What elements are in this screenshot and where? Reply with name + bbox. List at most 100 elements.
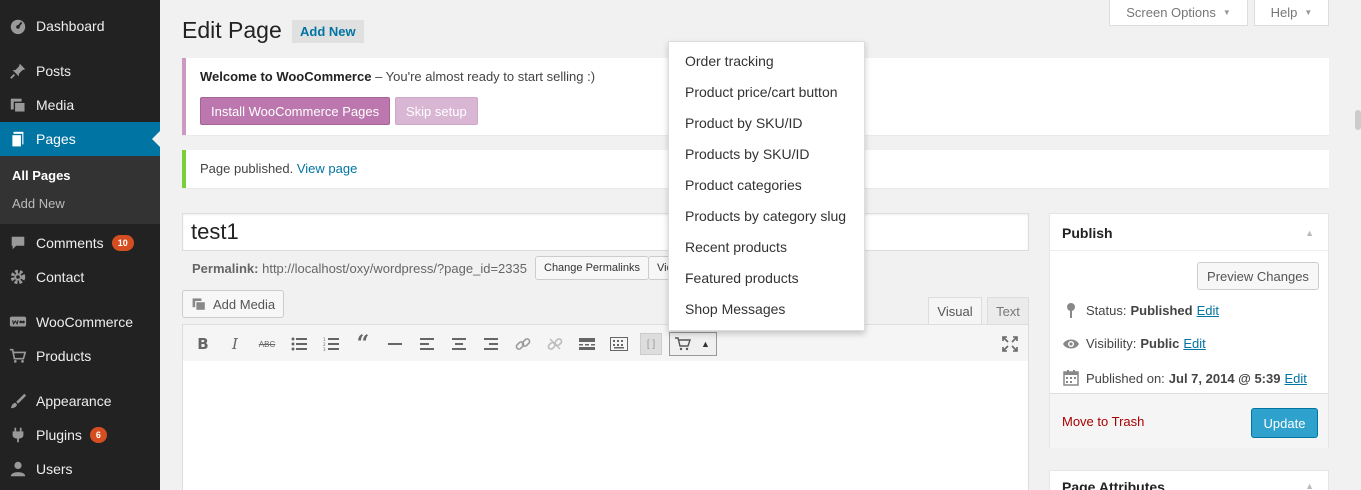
sidebar-item-label: Media xyxy=(36,97,75,113)
admin-sidebar: Dashboard Posts Media Pages All Pages Ad… xyxy=(0,0,160,490)
toolbar-toggle-icon[interactable] xyxy=(608,333,630,355)
user-icon xyxy=(0,460,36,478)
tab-visual[interactable]: Visual xyxy=(928,297,982,325)
align-center-icon[interactable] xyxy=(448,333,470,355)
change-permalinks-button[interactable]: Change Permalinks xyxy=(535,256,649,280)
menu-item-product-price-cart-button[interactable]: Product price/cart button xyxy=(685,84,838,100)
editor-toolbar: B I ABC 123 “ [ ] ▲ xyxy=(182,324,1029,362)
menu-item-shop-messages[interactable]: Shop Messages xyxy=(685,301,785,317)
align-right-icon[interactable] xyxy=(480,333,502,355)
sidebar-item-label: Plugins xyxy=(36,427,82,443)
menu-item-product-by-sku[interactable]: Product by SKU/ID xyxy=(685,115,803,131)
sidebar-item-label: Products xyxy=(36,348,92,364)
sidebar-item-plugins[interactable]: Plugins 6 xyxy=(0,418,160,452)
woocommerce-icon xyxy=(0,313,36,331)
screen-options-button[interactable]: Screen Options ▼ xyxy=(1109,0,1248,26)
caret-up-icon: ▲ xyxy=(701,339,710,349)
page-published-message: Page published. View page xyxy=(200,161,357,176)
permalink-url: http://localhost/oxy/wordpress/?page_id=… xyxy=(258,261,527,276)
bullet-list-icon[interactable] xyxy=(288,333,310,355)
edit-status-link[interactable]: Edit xyxy=(1197,303,1219,318)
scrollbar[interactable] xyxy=(1355,0,1361,490)
add-media-button[interactable]: Add Media xyxy=(182,290,284,318)
edit-visibility-link[interactable]: Edit xyxy=(1183,336,1205,351)
numbered-list-icon[interactable]: 123 xyxy=(320,333,342,355)
sidebar-item-comments[interactable]: Comments 10 xyxy=(0,226,160,260)
sidebar-item-users[interactable]: Users xyxy=(0,452,160,486)
shortcode-brackets-icon[interactable]: [ ] xyxy=(640,333,662,355)
plugins-count-badge: 6 xyxy=(89,427,107,443)
italic-icon[interactable]: I xyxy=(224,333,246,355)
sidebar-item-woocommerce[interactable]: WooCommerce xyxy=(0,305,160,339)
skip-setup-button[interactable]: Skip setup xyxy=(395,97,478,125)
preview-changes-button[interactable]: Preview Changes xyxy=(1197,262,1319,290)
scrollbar-thumb[interactable] xyxy=(1355,110,1361,130)
menu-item-products-by-sku[interactable]: Products by SKU/ID xyxy=(685,146,810,162)
sidebar-item-products[interactable]: Products xyxy=(0,339,160,373)
major-publishing-actions: Move to Trash Update xyxy=(1050,393,1328,448)
editor-content-area[interactable] xyxy=(182,361,1029,490)
visibility-value: Public xyxy=(1140,336,1180,351)
fullscreen-icon[interactable] xyxy=(999,333,1021,355)
help-button[interactable]: Help ▼ xyxy=(1254,0,1329,26)
woocommerce-shortcodes-button[interactable]: ▲ xyxy=(669,332,717,356)
publish-box-title: Publish xyxy=(1062,225,1113,241)
calendar-icon xyxy=(1060,370,1082,386)
blockquote-icon[interactable]: “ xyxy=(352,331,374,357)
collapse-icon[interactable]: ▲ xyxy=(1305,228,1314,238)
sidebar-item-dashboard[interactable]: Dashboard xyxy=(0,9,160,43)
cart-icon xyxy=(0,347,36,365)
move-to-trash-link[interactable]: Move to Trash xyxy=(1062,414,1144,429)
sidebar-item-label: Dashboard xyxy=(36,18,105,34)
sidebar-item-posts[interactable]: Posts xyxy=(0,54,160,88)
caret-down-icon: ▼ xyxy=(1304,8,1313,17)
published-on-value: Jul 7, 2014 @ 5:39 xyxy=(1168,370,1281,386)
visibility-label: Visibility: xyxy=(1086,336,1137,351)
sidebar-item-contact[interactable]: Contact xyxy=(0,260,160,294)
menu-item-order-tracking[interactable]: Order tracking xyxy=(685,53,774,69)
menu-item-products-by-category-slug[interactable]: Products by category slug xyxy=(685,208,846,224)
screen-options-label: Screen Options xyxy=(1126,5,1216,20)
unlink-icon[interactable] xyxy=(544,333,566,355)
sidebar-item-label: Contact xyxy=(36,269,85,285)
menu-item-product-categories[interactable]: Product categories xyxy=(685,177,802,193)
publish-box: Publish ▲ Preview Changes Status: Publis… xyxy=(1049,213,1329,448)
update-button[interactable]: Update xyxy=(1251,408,1318,438)
align-left-icon[interactable] xyxy=(416,333,438,355)
pin-icon xyxy=(0,62,36,80)
svg-text:3: 3 xyxy=(323,347,326,351)
add-media-label: Add Media xyxy=(213,296,276,312)
menu-item-recent-products[interactable]: Recent products xyxy=(685,239,787,255)
caret-down-icon: ▼ xyxy=(1222,8,1231,17)
sidebar-item-label: WooCommerce xyxy=(36,314,133,330)
brush-icon xyxy=(0,392,36,410)
read-more-icon[interactable] xyxy=(576,333,598,355)
sidebar-item-appearance[interactable]: Appearance xyxy=(0,384,160,418)
sidebar-item-media[interactable]: Media xyxy=(0,88,160,122)
link-icon[interactable] xyxy=(512,333,534,355)
view-page-button[interactable]: View Page xyxy=(648,256,670,280)
menu-item-featured-products[interactable]: Featured products xyxy=(685,270,799,286)
add-new-button[interactable]: Add New xyxy=(292,20,364,43)
page-title: Edit Page xyxy=(182,17,282,43)
submenu-add-new[interactable]: Add New xyxy=(12,196,65,211)
comment-icon xyxy=(0,234,36,252)
strikethrough-icon[interactable]: ABC xyxy=(256,333,278,355)
submenu-all-pages[interactable]: All Pages xyxy=(12,168,71,183)
comments-count-badge: 10 xyxy=(111,235,134,251)
tab-text[interactable]: Text xyxy=(987,297,1029,325)
edit-date-link[interactable]: Edit xyxy=(1284,371,1306,386)
woocommerce-notice-text: – You're almost ready to start selling :… xyxy=(371,69,596,84)
collapse-icon[interactable]: ▲ xyxy=(1305,481,1314,490)
status-value: Published xyxy=(1130,302,1193,318)
bold-icon[interactable]: B xyxy=(192,333,214,355)
published-on-label: Published on: xyxy=(1086,370,1165,386)
view-page-link[interactable]: View page xyxy=(297,161,357,176)
divider xyxy=(1050,250,1328,251)
install-woocommerce-pages-button[interactable]: Install WooCommerce Pages xyxy=(200,97,391,125)
post-title-input[interactable] xyxy=(182,213,1029,251)
media-icon xyxy=(191,296,207,312)
sidebar-item-label: Users xyxy=(36,461,73,477)
horizontal-line-icon[interactable] xyxy=(384,333,406,355)
sidebar-item-pages[interactable]: Pages xyxy=(0,122,160,156)
